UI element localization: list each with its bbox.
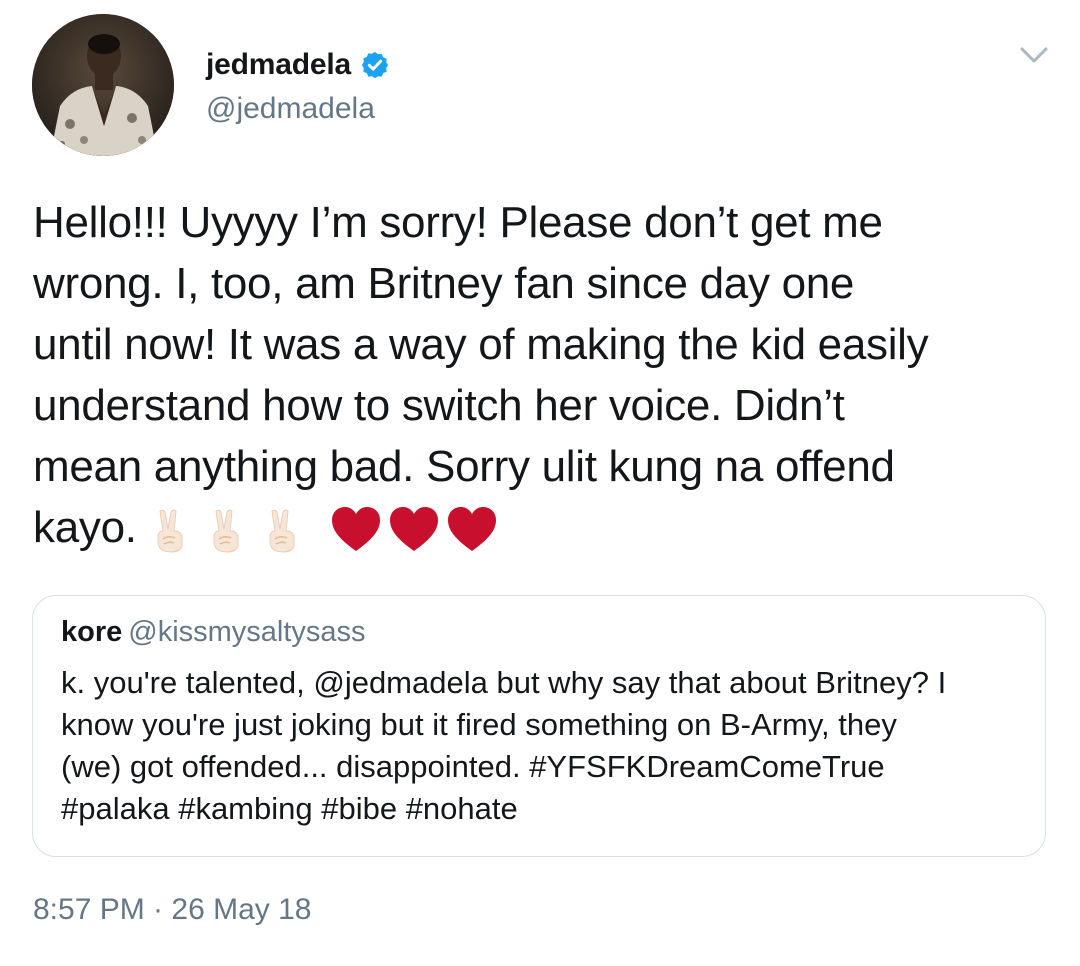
victory-hand-emoji — [263, 507, 301, 553]
tweet-text-line: until now! It was a way of making the ki… — [33, 320, 929, 369]
quoted-tweet-card[interactable]: kore @kissmysaltysass k. you're talented,… — [32, 595, 1046, 857]
quoted-text-line: #palaka #kambing #bibe #nohate — [61, 791, 518, 826]
avatar-image — [32, 14, 174, 156]
quoted-tweet-header: kore @kissmysaltysass — [61, 616, 366, 649]
avatar[interactable] — [32, 14, 174, 156]
chevron-down-icon[interactable] — [1016, 40, 1052, 70]
tweet-text-line: Hello!!! Uyyyy I’m sorry! Please don’t g… — [33, 198, 883, 247]
tweet-text: Hello!!! Uyyyy I’m sorry! Please don’t g… — [33, 192, 1063, 558]
author-name-row: jedmadela — [206, 44, 390, 86]
quoted-author-handle: @kissmysaltysass — [128, 616, 366, 648]
tweet-text-line: wrong. I, too, am Britney fan since day … — [33, 259, 855, 308]
quoted-tweet-text: k. you're talented, @jedmadela but why s… — [61, 662, 1021, 830]
author-handle[interactable]: @jedmadela — [206, 92, 390, 126]
quoted-text-line: know you're just joking but it fired som… — [61, 707, 897, 742]
tweet-text-line: mean anything bad. Sorry ulit kung na of… — [33, 442, 895, 491]
victory-hand-emoji — [151, 507, 189, 553]
red-heart-emoji — [387, 505, 441, 555]
red-heart-emoji — [329, 505, 383, 555]
verified-badge-icon — [360, 50, 390, 80]
emoji-row — [151, 505, 503, 555]
quoted-text-line: (we) got offended... disappointed. #YFSF… — [61, 749, 885, 784]
quoted-author-name: kore — [61, 616, 123, 648]
victory-hand-emoji — [207, 507, 245, 553]
tweet-text-last-line: kayo. — [33, 497, 1063, 558]
tweet-author: jedmadela @jedmadela — [206, 44, 390, 126]
red-heart-emoji — [445, 505, 499, 555]
tweet-text-line: kayo. — [33, 503, 137, 552]
author-display-name[interactable]: jedmadela — [206, 48, 351, 82]
tweet-timestamp[interactable]: 8:57 PM · 26 May 18 — [33, 893, 311, 927]
tweet-text-line: understand how to switch her voice. Didn… — [33, 381, 845, 430]
quoted-text-line: k. you're talented, @jedmadela but why s… — [61, 665, 947, 700]
